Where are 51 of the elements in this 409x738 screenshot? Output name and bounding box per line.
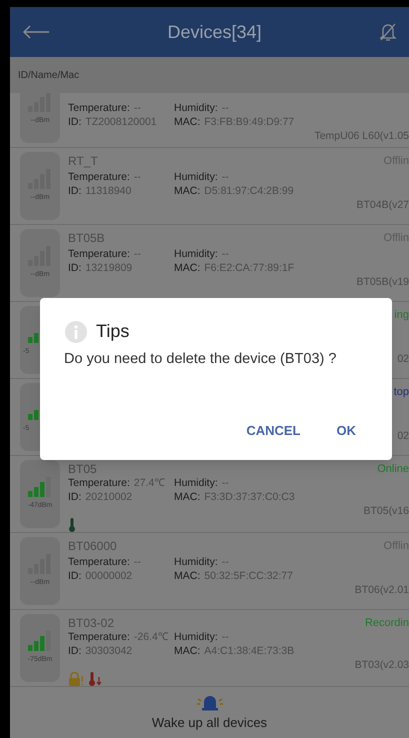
temperature-label: Temperature: [68, 247, 130, 261]
temperature-label: Temperature: [68, 101, 130, 115]
mac-label: MAC: [174, 490, 200, 504]
search-field[interactable]: ID/Name/Mac [10, 57, 409, 93]
temperature-value: -- [134, 555, 141, 569]
device-status: Online [377, 462, 409, 476]
humidity-value: -- [222, 476, 229, 490]
id-label: ID: [68, 490, 82, 504]
humidity-value: -- [222, 101, 229, 115]
temperature-label: Temperature: [68, 170, 130, 184]
temperature-label: Temperature: [68, 555, 130, 569]
temperature-value: -- [134, 101, 141, 115]
temperature-label: Temperature: [68, 630, 130, 644]
id-label: ID: [68, 184, 82, 198]
dialog-message: Do you need to delete the device (BT03) ? [64, 350, 338, 369]
humidity-label: Humidity: [174, 630, 218, 644]
humidity-label: Humidity: [174, 247, 218, 261]
id-label: ID: [68, 644, 82, 658]
mac-label: MAC: [174, 115, 200, 129]
mac-label: MAC: [174, 644, 200, 658]
humidity-value: -- [222, 247, 229, 261]
humidity-value: -- [222, 170, 229, 184]
temperature-value: -- [134, 247, 141, 261]
humidity-value: -- [222, 555, 229, 569]
humidity-label: Humidity: [174, 170, 218, 184]
wake-up-all-devices-button[interactable]: Wake up all devices [152, 712, 268, 732]
humidity-label: Humidity: [174, 476, 218, 490]
dialog-title: Tips [96, 320, 130, 343]
mac-label: MAC: [174, 569, 200, 583]
id-label: ID: [68, 115, 82, 129]
bell-off-icon[interactable] [378, 22, 397, 42]
id-label: ID: [68, 261, 82, 275]
id-label: ID: [68, 569, 82, 583]
thermometer-down-icon [88, 672, 102, 686]
device-status: Recordin [364, 616, 409, 630]
lock-alert-icon [68, 672, 84, 686]
back-arrow-icon[interactable] [22, 25, 50, 39]
temperature-value: -- [134, 170, 141, 184]
thermometer-icon [68, 518, 76, 532]
device-status: top [394, 385, 409, 400]
temperature-label: Temperature: [68, 476, 130, 490]
info-icon [64, 320, 88, 344]
screen-title: Devices[34] [167, 20, 262, 44]
mac-label: MAC: [174, 261, 200, 275]
device-status: ing [394, 308, 409, 323]
dialog-button[interactable]: OK [324, 412, 368, 448]
mac-label: MAC: [174, 184, 200, 198]
humidity-value: -- [222, 630, 229, 644]
humidity-label: Humidity: [174, 101, 218, 115]
humidity-label: Humidity: [174, 555, 218, 569]
dialog-button[interactable]: CANCEL [234, 412, 312, 448]
